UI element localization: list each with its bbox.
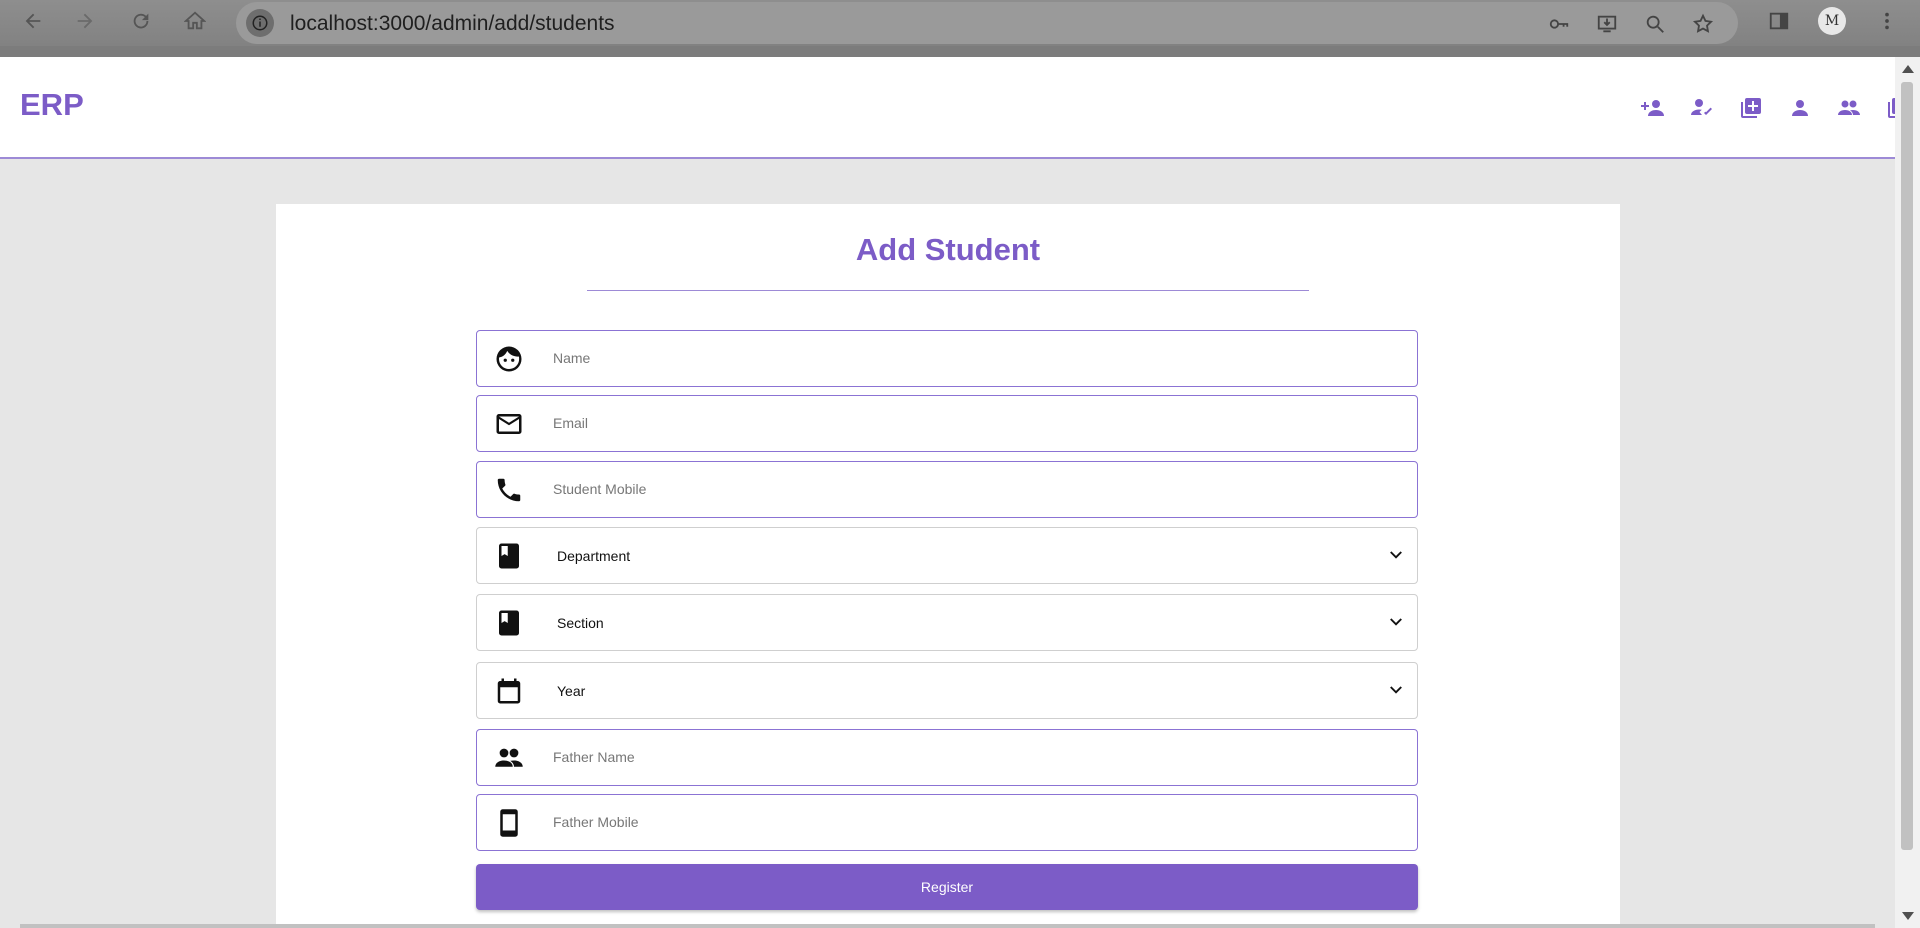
library-add-icon[interactable] — [1736, 93, 1766, 123]
side-panel-icon[interactable] — [1764, 6, 1794, 36]
email-input[interactable] — [553, 396, 1403, 450]
father-mobile-input[interactable] — [553, 795, 1403, 849]
name-field[interactable] — [476, 330, 1418, 387]
zoom-icon[interactable] — [1642, 11, 1668, 37]
father-mobile-field[interactable] — [476, 794, 1418, 851]
email-field[interactable] — [476, 395, 1418, 452]
forward-icon[interactable] — [70, 6, 100, 36]
section-select[interactable]: Section — [476, 594, 1418, 651]
father-name-field[interactable] — [476, 729, 1418, 786]
reload-icon[interactable] — [126, 6, 156, 36]
address-bar[interactable]: localhost:3000/admin/add/students — [236, 2, 1738, 44]
scroll-up-arrow[interactable] — [1902, 65, 1914, 73]
chevron-down-icon — [1390, 686, 1402, 694]
group-icon[interactable] — [1834, 93, 1864, 123]
scroll-thumb[interactable] — [1901, 82, 1913, 850]
title-divider — [587, 290, 1309, 291]
student-mobile-field[interactable] — [476, 461, 1418, 518]
address-bar-url: localhost:3000/admin/add/students — [290, 12, 615, 35]
chevron-down-icon — [1390, 618, 1402, 626]
phone-icon — [494, 475, 524, 505]
bookmark-star-icon[interactable] — [1690, 11, 1716, 37]
profile-initials: M — [1824, 13, 1840, 29]
add-student-card: Add Student Depar — [276, 204, 1620, 928]
year-selected: Year — [557, 683, 586, 699]
vertical-scrollbar[interactable] — [1895, 57, 1920, 928]
calendar-icon — [494, 676, 524, 706]
site-info-icon[interactable] — [246, 9, 274, 37]
mail-icon — [494, 409, 524, 439]
app-navbar: ERP — [0, 57, 1908, 159]
browser-menu-icon[interactable] — [1872, 6, 1902, 36]
page-title: Add Student — [855, 232, 1041, 267]
book-icon — [494, 541, 524, 571]
key-icon[interactable] — [1546, 11, 1572, 37]
brand-logo[interactable]: ERP — [20, 87, 84, 123]
face-icon — [494, 344, 524, 374]
name-input[interactable] — [553, 331, 1403, 385]
chevron-down-icon — [1390, 551, 1402, 559]
toolbar-divider — [0, 46, 1920, 57]
department-selected: Department — [557, 548, 631, 564]
student-mobile-input[interactable] — [553, 462, 1403, 516]
book-icon — [494, 608, 524, 638]
section-selected: Section — [557, 615, 604, 631]
department-select[interactable]: Department — [476, 527, 1418, 584]
install-app-icon[interactable] — [1594, 11, 1620, 37]
smartphone-icon — [494, 808, 524, 838]
how-to-reg-icon[interactable] — [1687, 93, 1717, 123]
register-button[interactable]: Register — [476, 864, 1418, 910]
horizontal-scrollbar[interactable] — [20, 924, 1875, 928]
page-content: ERP Add Student Name Email Student Mobil… — [0, 57, 1908, 928]
back-icon[interactable] — [18, 6, 48, 36]
scroll-down-arrow[interactable] — [1902, 912, 1914, 920]
person-add-icon[interactable] — [1638, 93, 1668, 123]
father-name-input[interactable] — [553, 730, 1403, 784]
group-icon — [494, 743, 524, 773]
home-icon[interactable] — [180, 6, 210, 36]
person-icon[interactable] — [1785, 93, 1815, 123]
profile-avatar[interactable]: M — [1818, 7, 1846, 35]
year-select[interactable]: Year — [476, 662, 1418, 719]
